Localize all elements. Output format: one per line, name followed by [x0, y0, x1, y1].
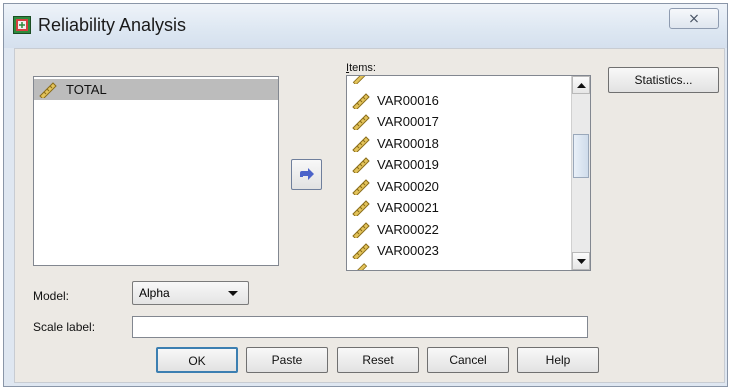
scale-label-label: Scale label: — [33, 320, 96, 334]
list-item[interactable]: VAR00016 — [347, 90, 570, 111]
statistics-button[interactable]: Statistics... — [608, 67, 719, 93]
arrow-up-icon — [577, 83, 586, 88]
ruler-icon — [357, 263, 368, 270]
variable-name: VAR00020 — [377, 179, 439, 194]
model-value: Alpha — [139, 286, 170, 300]
window-title: Reliability Analysis — [38, 15, 187, 35]
scroll-thumb[interactable] — [573, 134, 589, 178]
items-list[interactable]: VAR00016 VAR00017 VAR00018 VAR00019 VAR0… — [346, 75, 591, 271]
ruler-icon — [352, 93, 370, 109]
partial-row-top — [351, 76, 369, 87]
chevron-down-icon — [228, 291, 238, 296]
model-dropdown[interactable]: Alpha — [132, 281, 249, 305]
scale-label-input[interactable] — [132, 316, 588, 338]
variable-name: VAR00019 — [377, 157, 439, 172]
list-item[interactable]: VAR00020 — [347, 176, 570, 197]
list-item[interactable]: VAR00022 — [347, 219, 570, 240]
ok-button[interactable]: OK — [156, 347, 238, 373]
cancel-button[interactable]: Cancel — [427, 347, 509, 373]
help-button[interactable]: Help — [517, 347, 599, 373]
model-label: Model: — [33, 289, 70, 303]
partial-row-bottom — [351, 262, 369, 270]
ruler-icon — [352, 76, 366, 86]
ruler-icon — [352, 157, 370, 173]
ruler-icon — [39, 82, 57, 98]
ruler-icon — [352, 200, 370, 216]
variable-name: VAR00021 — [377, 200, 439, 215]
list-item[interactable]: TOTAL — [34, 79, 278, 100]
ruler-icon — [352, 179, 370, 195]
scroll-up-button[interactable] — [572, 76, 590, 94]
title-bar[interactable]: Reliability Analysis ⨯ — [4, 4, 727, 48]
ruler-icon — [352, 114, 370, 130]
paste-button[interactable]: Paste — [246, 347, 328, 373]
items-scrollbar[interactable] — [571, 76, 590, 270]
arrow-right-icon — [299, 167, 314, 180]
arrow-down-icon — [577, 259, 586, 264]
variable-name: VAR00022 — [377, 222, 439, 237]
dialog-body: TOTAL Items: VAR00016 VAR00017 VAR00018 … — [14, 48, 725, 383]
variable-name: VAR00018 — [377, 136, 439, 151]
list-item[interactable]: VAR00019 — [347, 154, 570, 175]
ruler-icon — [352, 243, 370, 259]
reset-label: Reset — [362, 353, 394, 367]
list-item[interactable]: VAR00021 — [347, 197, 570, 218]
help-label: Help — [545, 353, 571, 367]
close-icon: ⨯ — [688, 10, 700, 26]
source-variable-list[interactable]: TOTAL — [33, 76, 279, 266]
variable-name: VAR00016 — [377, 93, 439, 108]
paste-label: Paste — [271, 353, 303, 367]
ruler-icon — [352, 222, 370, 238]
reliability-analysis-dialog: Reliability Analysis ⨯ TOTAL Items: VAR0… — [3, 3, 728, 387]
ruler-icon — [352, 136, 370, 152]
scroll-down-button[interactable] — [572, 252, 590, 270]
variable-name: VAR00017 — [377, 114, 439, 129]
list-item[interactable]: VAR00023 — [347, 240, 570, 261]
ok-label: OK — [188, 354, 206, 368]
list-item[interactable]: VAR00017 — [347, 111, 570, 132]
reset-button[interactable]: Reset — [337, 347, 419, 373]
close-button[interactable]: ⨯ — [669, 8, 719, 29]
variable-name: TOTAL — [66, 82, 107, 97]
spss-dialog-icon — [13, 16, 31, 34]
items-label: Items: — [346, 62, 376, 74]
move-to-items-button[interactable] — [291, 159, 322, 190]
cancel-label: Cancel — [449, 353, 487, 367]
variable-name: VAR00023 — [377, 243, 439, 258]
statistics-label: Statistics... — [634, 73, 693, 87]
list-item[interactable]: VAR00018 — [347, 133, 570, 154]
